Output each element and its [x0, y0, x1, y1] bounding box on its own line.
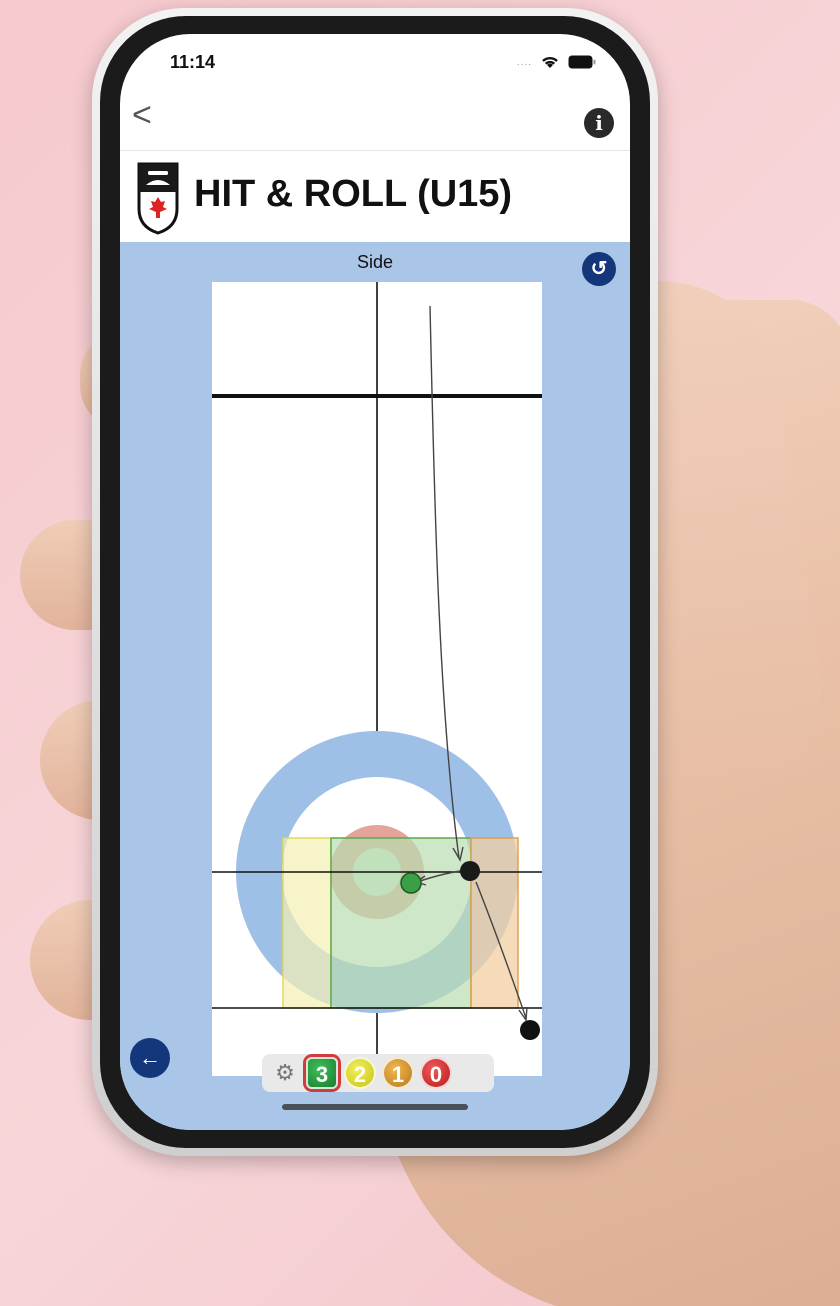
board-area: Side ↺ ← ⚙ 3 2 1 0 [120, 242, 630, 1130]
status-time: 11:14 [170, 52, 216, 72]
score-toolbar: ⚙ 3 2 1 0 [262, 1054, 494, 1092]
gear-icon[interactable]: ⚙ [270, 1060, 300, 1086]
signal-icon: .... [516, 56, 532, 68]
zone-yellow [282, 837, 332, 1009]
shooter-stone [460, 861, 480, 881]
score-3-button[interactable]: 3 [306, 1057, 338, 1089]
back-arrow-button[interactable]: ← [130, 1038, 170, 1078]
phone-screen: 11:14 .... < i HIT & ROLL (U15) Side ↺ ←… [120, 34, 630, 1130]
curling-sheet[interactable] [212, 282, 542, 1076]
navigation-bar: < i [120, 92, 630, 150]
rolled-stone [520, 1020, 540, 1040]
title-bar: HIT & ROLL (U15) [120, 150, 630, 242]
score-1-button[interactable]: 1 [382, 1057, 414, 1089]
score-2-button[interactable]: 2 [344, 1057, 376, 1089]
rotate-button[interactable]: ↺ [582, 252, 616, 286]
phone-frame: 11:14 .... < i HIT & ROLL (U15) Side ↺ ←… [92, 8, 658, 1156]
phone-bezel: 11:14 .... < i HIT & ROLL (U15) Side ↺ ←… [100, 16, 650, 1148]
battery-icon [568, 55, 596, 69]
side-label: Side [356, 252, 394, 272]
score-0-button[interactable]: 0 [420, 1057, 452, 1089]
zone-orange [470, 837, 519, 1009]
green-stone [400, 872, 422, 894]
info-button[interactable]: i [584, 108, 614, 138]
back-chevron-icon[interactable]: < [132, 98, 152, 132]
canada-curling-logo [137, 162, 179, 235]
status-bar: 11:14 .... [120, 34, 630, 94]
zone-green [330, 837, 472, 1009]
page-title: HIT & ROLL (U15) [194, 173, 513, 215]
home-indicator[interactable] [282, 1104, 468, 1110]
status-icons: .... [517, 54, 596, 70]
wifi-icon [542, 56, 558, 68]
